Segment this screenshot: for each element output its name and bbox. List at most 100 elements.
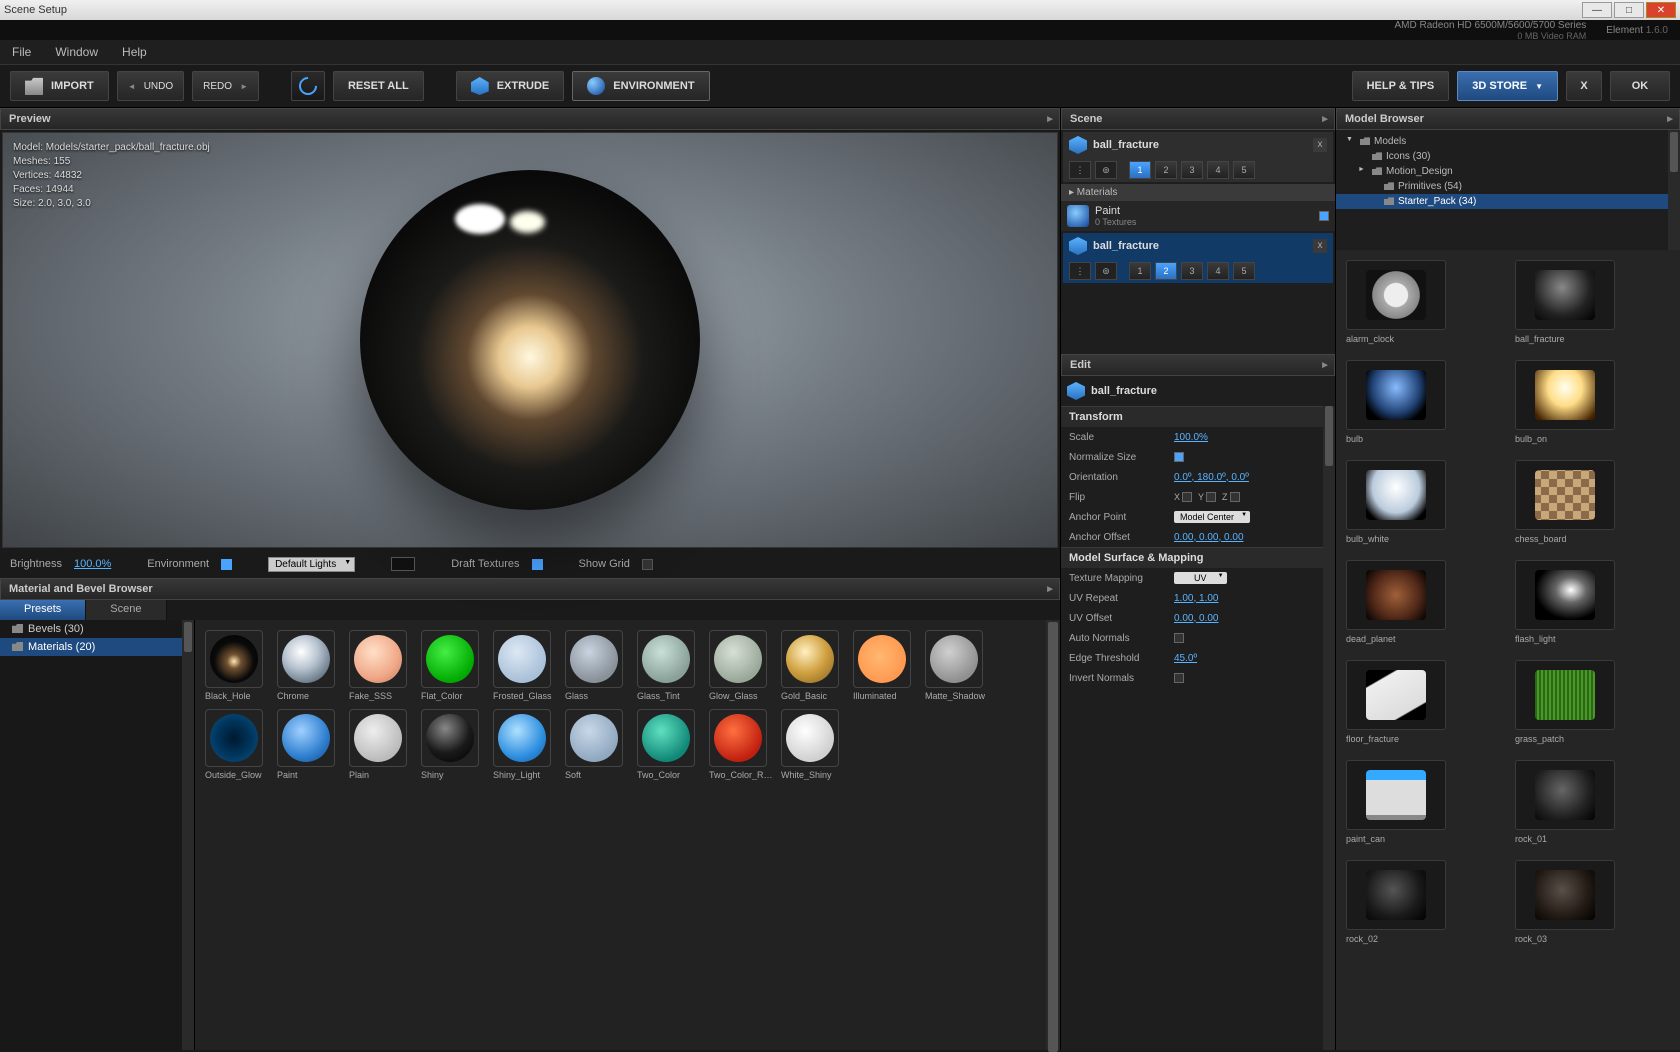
expand-icon[interactable]: ► [1665, 114, 1675, 125]
orientation-value[interactable]: 0.0º, 180.0º, 0.0º [1174, 472, 1249, 483]
scale-value[interactable]: 100.0% [1174, 432, 1208, 443]
model-item[interactable]: rock_01 [1515, 760, 1670, 844]
material-item[interactable]: Chrome [277, 630, 341, 701]
tree-bevels[interactable]: Bevels (30) [0, 620, 194, 638]
edit-scrollbar[interactable] [1323, 406, 1335, 1050]
scene-item[interactable]: ball_fracture x ⋮ ⊚ 12345 [1063, 132, 1333, 182]
window-close-button[interactable]: ✕ [1646, 2, 1676, 18]
model-item[interactable]: rock_02 [1346, 860, 1501, 944]
group-button-4[interactable]: 4 [1207, 262, 1229, 280]
brightness-value[interactable]: 100.0% [74, 558, 111, 570]
material-item[interactable]: Black_Hole [205, 630, 269, 701]
material-item[interactable]: Flat_Color [421, 630, 485, 701]
material-item[interactable]: Glass_Tint [637, 630, 701, 701]
group-button-1[interactable]: 1 [1129, 262, 1151, 280]
anchor-dropdown[interactable]: Model Center [1174, 511, 1250, 523]
material-item[interactable]: Frosted_Glass [493, 630, 557, 701]
tab-presets[interactable]: Presets [0, 600, 86, 620]
remove-button[interactable]: x [1313, 239, 1327, 253]
tree-primitives[interactable]: Primitives (54) [1336, 179, 1680, 194]
model-item[interactable]: rock_03 [1515, 860, 1670, 944]
show-grid-checkbox[interactable] [642, 559, 653, 570]
group-button-1[interactable]: 1 [1129, 161, 1151, 179]
remove-button[interactable]: x [1313, 138, 1327, 152]
model-item[interactable]: grass_patch [1515, 660, 1670, 744]
material-visible-checkbox[interactable] [1319, 211, 1329, 221]
group-button-3[interactable]: 3 [1181, 161, 1203, 179]
expand-icon[interactable]: ► [1320, 360, 1330, 371]
model-item[interactable]: floor_fracture [1346, 660, 1501, 744]
auto-normals-checkbox[interactable] [1174, 633, 1184, 643]
tree-scrollbar[interactable] [182, 620, 194, 1050]
material-item[interactable]: Soft [565, 709, 629, 780]
material-item[interactable]: White_Shiny [781, 709, 845, 780]
material-item[interactable]: Outside_Glow [205, 709, 269, 780]
help-tips-button[interactable]: HELP & TIPS [1352, 71, 1450, 101]
material-item[interactable]: Two_Color_Reflect [709, 709, 773, 780]
material-row[interactable]: Paint0 Textures [1061, 201, 1335, 231]
preview-viewport[interactable]: Model: Models/starter_pack/ball_fracture… [2, 132, 1058, 548]
settings-icon[interactable]: ⊚ [1095, 161, 1117, 179]
tree-starter[interactable]: Starter_Pack (34) [1336, 194, 1680, 209]
settings-icon[interactable]: ⊚ [1095, 262, 1117, 280]
surface-section[interactable]: Model Surface & Mapping [1061, 547, 1335, 568]
material-item[interactable]: Two_Color [637, 709, 701, 780]
material-item[interactable]: Glass [565, 630, 629, 701]
tree-icons[interactable]: Icons (30) [1336, 149, 1680, 164]
3d-store-button[interactable]: 3D STORE▼ [1457, 71, 1558, 101]
material-item[interactable]: Shiny [421, 709, 485, 780]
material-item[interactable]: Fake_SSS [349, 630, 413, 701]
uv-repeat-value[interactable]: 1.00, 1.00 [1174, 593, 1218, 604]
model-item[interactable]: paint_can [1346, 760, 1501, 844]
x-button[interactable]: X [1566, 71, 1602, 101]
model-item[interactable]: bulb [1346, 360, 1501, 444]
materials-subheader[interactable]: ▸ Materials [1061, 184, 1335, 201]
model-item[interactable]: bulb_on [1515, 360, 1670, 444]
tree-materials[interactable]: Materials (20) [0, 638, 194, 656]
extrude-button[interactable]: EXTRUDE [456, 71, 565, 101]
reset-icon-button[interactable] [291, 71, 325, 101]
group-button-5[interactable]: 5 [1233, 262, 1255, 280]
undo-button[interactable]: ◄UNDO [117, 71, 184, 101]
tree-models[interactable]: ▼Models [1336, 134, 1680, 149]
import-button[interactable]: IMPORT [10, 71, 109, 101]
model-item[interactable]: dead_planet [1346, 560, 1501, 644]
material-scrollbar[interactable] [1046, 620, 1060, 1050]
link-icon[interactable]: ⋮ [1069, 161, 1091, 179]
group-button-3[interactable]: 3 [1181, 262, 1203, 280]
model-tree-scrollbar[interactable] [1668, 130, 1680, 250]
window-maximize-button[interactable]: □ [1614, 2, 1644, 18]
group-button-5[interactable]: 5 [1233, 161, 1255, 179]
group-button-4[interactable]: 4 [1207, 161, 1229, 179]
environment-button[interactable]: ENVIRONMENT [572, 71, 709, 101]
tree-motion[interactable]: ►Motion_Design [1336, 164, 1680, 179]
material-item[interactable]: Illuminated [853, 630, 917, 701]
menu-help[interactable]: Help [122, 45, 147, 59]
material-item[interactable]: Shiny_Light [493, 709, 557, 780]
menu-window[interactable]: Window [55, 45, 98, 59]
draft-textures-checkbox[interactable] [532, 559, 543, 570]
texture-mapping-dropdown[interactable]: UV [1174, 572, 1227, 584]
model-item[interactable]: ball_fracture [1515, 260, 1670, 344]
normalize-checkbox[interactable] [1174, 452, 1184, 462]
model-item[interactable]: bulb_white [1346, 460, 1501, 544]
link-icon[interactable]: ⋮ [1069, 262, 1091, 280]
model-item[interactable]: alarm_clock [1346, 260, 1501, 344]
scene-item[interactable]: ball_fracture x ⋮ ⊚ 12345 [1063, 233, 1333, 283]
material-item[interactable]: Glow_Glass [709, 630, 773, 701]
flip-x-checkbox[interactable] [1182, 492, 1192, 502]
lights-dropdown[interactable]: Default Lights [268, 557, 355, 572]
expand-icon[interactable]: ► [1320, 114, 1330, 125]
model-item[interactable]: flash_light [1515, 560, 1670, 644]
material-item[interactable]: Matte_Shadow [925, 630, 989, 701]
material-item[interactable]: Paint [277, 709, 341, 780]
model-item[interactable]: chess_board [1515, 460, 1670, 544]
flip-y-checkbox[interactable] [1206, 492, 1216, 502]
material-item[interactable]: Gold_Basic [781, 630, 845, 701]
transform-section[interactable]: Transform [1061, 406, 1335, 427]
ok-button[interactable]: OK [1610, 71, 1670, 101]
environment-checkbox[interactable] [221, 559, 232, 570]
expand-icon[interactable]: ► [1045, 114, 1055, 125]
edge-threshold-value[interactable]: 45.0º [1174, 653, 1197, 664]
uv-offset-value[interactable]: 0.00, 0.00 [1174, 613, 1218, 624]
